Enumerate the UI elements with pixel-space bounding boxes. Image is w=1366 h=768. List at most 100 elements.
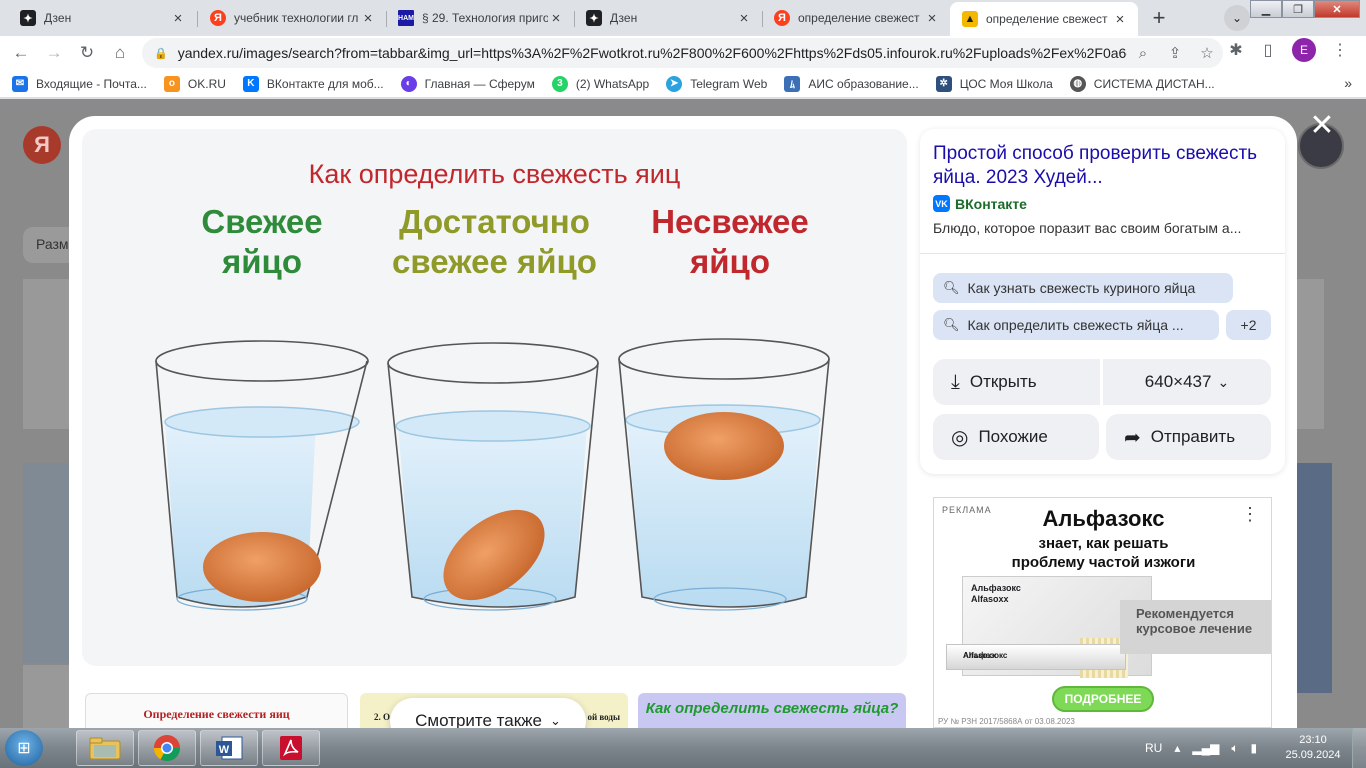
bookmarks-overflow-icon[interactable]: »: [1344, 75, 1352, 91]
related-image-1[interactable]: Определение свежести яиц: [85, 693, 348, 728]
tab-freshness-active[interactable]: ▲ определение свежест ×: [950, 2, 1138, 36]
bookmark-school[interactable]: ✲ ЦОС Моя Школа: [935, 75, 1053, 92]
window-controls: ▁ ❐ ✕: [1250, 0, 1360, 18]
word-icon: W: [216, 736, 243, 760]
divider: [920, 253, 1285, 254]
url-text[interactable]: yandex.ru/images/search?from=tabbar&img_…: [178, 45, 1127, 61]
start-button[interactable]: ⊞: [5, 730, 43, 766]
maximize-button[interactable]: ❐: [1282, 0, 1314, 18]
close-icon[interactable]: ×: [170, 10, 186, 27]
more-queries-chip[interactable]: +2: [1226, 310, 1271, 340]
open-image-button[interactable]: ⤓ Открыть: [933, 359, 1100, 405]
result-thumbnail[interactable]: [23, 665, 69, 728]
new-tab-button[interactable]: +: [1145, 4, 1173, 32]
related-query-chip[interactable]: 🔍︎ Как определить свежесть яйца ...: [933, 310, 1219, 340]
see-also-button[interactable]: Смотрите также ⌄: [390, 698, 586, 728]
tab-search-button[interactable]: ⌄: [1224, 5, 1250, 31]
share-icon[interactable]: ⇪: [1159, 44, 1191, 62]
search-lens-icon[interactable]: ⌕: [1127, 45, 1159, 62]
minimize-button[interactable]: ▁: [1250, 0, 1282, 18]
related-image-3[interactable]: Как определить свежесть яйца?: [638, 693, 906, 728]
bookmark-ais[interactable]: ﾑ АИС образование...: [784, 75, 919, 92]
tab-zen-2[interactable]: ✦ Дзен ×: [574, 4, 762, 32]
side-panel-icon[interactable]: ▯: [1252, 40, 1284, 60]
bookmark-label: ВКонтакте для моб...: [266, 76, 384, 91]
source-title-link[interactable]: Простой способ проверить свежесть яйца. …: [933, 142, 1273, 190]
tab-title: Дзен: [610, 11, 638, 25]
bookmark-label: АИС образование...: [808, 76, 919, 91]
network-signal-icon[interactable]: ▂▄▆: [1192, 741, 1219, 755]
clock[interactable]: 23:10 25.09.2024: [1283, 733, 1343, 763]
svg-text:W: W: [219, 744, 230, 756]
tab-zen-1[interactable]: ✦ Дзен ×: [8, 4, 196, 32]
explorer-taskbar-button[interactable]: [76, 730, 134, 766]
close-viewer-icon[interactable]: ✕: [1306, 109, 1338, 142]
language-indicator[interactable]: RU: [1145, 741, 1162, 755]
bookmark-ok[interactable]: о OK.RU: [163, 75, 226, 92]
result-thumbnail[interactable]: [23, 279, 69, 429]
glass-fresh: [155, 340, 369, 611]
close-icon[interactable]: ×: [1112, 11, 1128, 28]
profile-avatar[interactable]: E: [1292, 38, 1316, 62]
chevron-down-icon: ⌄: [1231, 11, 1243, 25]
close-icon[interactable]: ×: [924, 10, 940, 27]
close-icon[interactable]: ×: [736, 10, 752, 27]
close-icon[interactable]: ×: [360, 10, 376, 27]
pdf-taskbar-button[interactable]: [262, 730, 320, 766]
bookmark-sferum[interactable]: ◐ Главная — Сферум: [400, 75, 535, 92]
search-icon: 🔍︎: [943, 280, 960, 295]
folder-icon: [89, 737, 121, 760]
lock-icon[interactable]: 🔒: [154, 47, 168, 60]
bookmark-whatsapp[interactable]: 3 (2) WhatsApp: [551, 75, 649, 92]
image-info-panel: Простой способ проверить свежесть яйца. …: [920, 129, 1285, 474]
result-thumbnail[interactable]: [1297, 463, 1332, 693]
source-description: Блюдо, которое поразит вас своим богатым…: [933, 220, 1242, 236]
reload-button[interactable]: ↻: [72, 38, 102, 68]
address-bar[interactable]: 🔒 yandex.ru/images/search?from=tabbar&im…: [142, 38, 1223, 68]
window-close-button[interactable]: ✕: [1314, 0, 1360, 18]
back-button[interactable]: ←: [6, 38, 36, 68]
bookmark-label: OK.RU: [187, 76, 226, 91]
globe-icon: ◍: [1069, 75, 1086, 92]
close-icon[interactable]: ×: [548, 10, 564, 27]
whatsapp-icon: 3: [551, 75, 568, 92]
windows-logo-icon: ⊞: [17, 740, 31, 757]
result-thumbnail[interactable]: [1297, 279, 1324, 429]
main-image[interactable]: Как определить свежесть яиц Свежее яйцо …: [82, 129, 907, 666]
home-button[interactable]: ⌂: [105, 38, 135, 68]
result-thumbnail[interactable]: [23, 463, 69, 663]
bookmark-mail[interactable]: ✉ Входящие - Почта...: [12, 75, 147, 92]
bookmark-distance[interactable]: ◍ СИСТЕМА ДИСТАН...: [1069, 75, 1215, 92]
chrome-taskbar-button[interactable]: [138, 730, 196, 766]
extensions-icon[interactable]: ✱: [1220, 40, 1252, 60]
similar-images-button[interactable]: ◎ Похожие: [933, 414, 1099, 460]
yandex-logo[interactable]: Я: [23, 126, 61, 164]
product-sachet-image: Альфазокс Alfasoxx: [946, 644, 1126, 670]
sferum-icon: ◐: [400, 75, 417, 92]
share-button[interactable]: ➦ Отправить: [1106, 414, 1271, 460]
volume-icon[interactable]: 🔈︎: [1231, 741, 1238, 756]
image-size-dropdown[interactable]: 640×437 ⌄: [1103, 359, 1271, 405]
related-query-chip[interactable]: 🔍︎ Как узнать свежесть куриного яйца: [933, 273, 1233, 303]
ad-more-button[interactable]: ПОДРОБНЕЕ: [1052, 686, 1154, 712]
tab-textbook[interactable]: Я учебник технологии гл ×: [198, 4, 386, 32]
bookmark-label: СИСТЕМА ДИСТАН...: [1093, 76, 1215, 91]
bookmark-telegram[interactable]: ➤ Telegram Web: [666, 75, 768, 92]
source-site[interactable]: VK ВКонтакте: [933, 195, 1027, 212]
yandex-icon: Я: [774, 10, 790, 26]
word-taskbar-button[interactable]: W: [200, 730, 258, 766]
bookmark-vk[interactable]: K ВКонтакте для моб...: [242, 75, 384, 92]
bookmark-label: Telegram Web: [690, 76, 768, 91]
windows-taskbar: ⊞ W RU ▴ ▂▄▆ 🔈︎ ▮ 23:10 25.09.2024: [0, 728, 1366, 768]
menu-icon[interactable]: ⋮: [1324, 40, 1356, 60]
bookmark-star-icon[interactable]: ☆: [1191, 44, 1223, 62]
show-desktop-button[interactable]: [1352, 728, 1366, 768]
tray-expand-icon[interactable]: ▴: [1174, 741, 1180, 755]
advertisement[interactable]: РЕКЛАМА ⋮ Альфазокс знает, как решать пр…: [933, 497, 1272, 728]
tab-freshness-1[interactable]: Я определение свежест ×: [762, 4, 950, 32]
battery-icon[interactable]: ▮: [1251, 741, 1258, 755]
forward-button[interactable]: →: [39, 38, 69, 68]
tab-title: Дзен: [44, 11, 72, 25]
tab-paragraph[interactable]: НАМ § 29. Технология приго ×: [386, 4, 574, 32]
system-tray: RU ▴ ▂▄▆ 🔈︎ ▮: [1145, 728, 1269, 768]
